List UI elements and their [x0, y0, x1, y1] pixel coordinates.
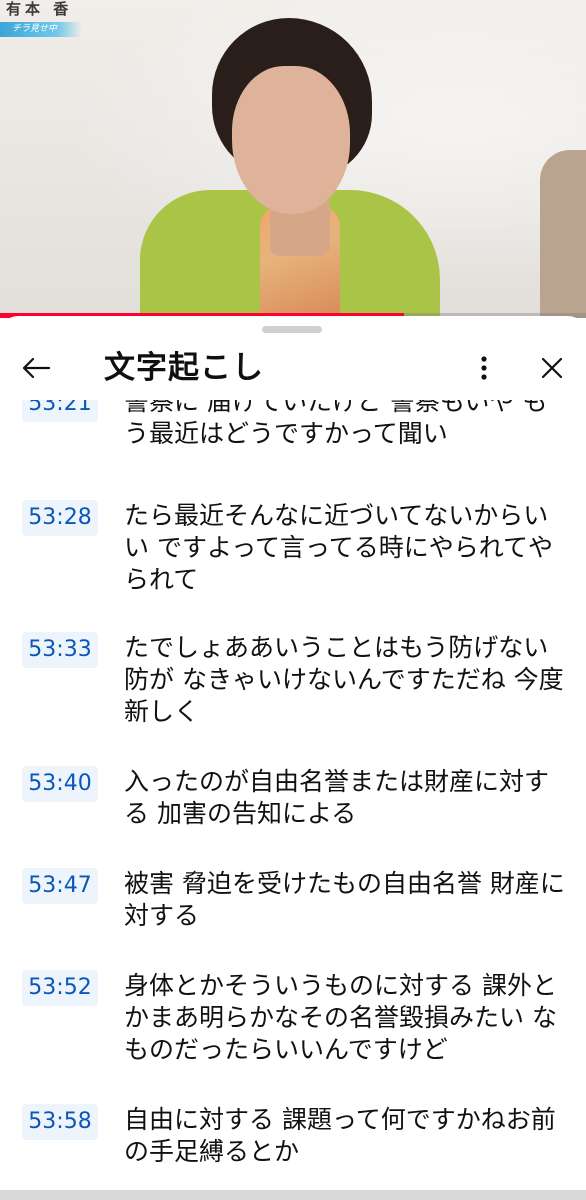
segment-text: 入ったのが自由名誉または財産に対する 加害の告知による [124, 767, 550, 828]
segment-timestamp[interactable]: 53:28 [22, 500, 98, 536]
segment-text: 自由に対する 課題って何ですかねお前の手足縛るとか [124, 1105, 556, 1166]
segment-text: 被害 脅迫を受けたもの自由名誉 財産に対する [124, 869, 565, 930]
bottom-bar [0, 1190, 586, 1200]
speaker-name: 有本 香 [6, 0, 73, 18]
transcript-panel: 文字起こし 53:21 警察に 届けていたけど 警察もいや もう最近はどうですか… [0, 316, 586, 1200]
panel-title: 文字起こし [104, 350, 264, 386]
preview-label: チラ見せ中 [0, 22, 82, 37]
close-icon [541, 357, 563, 379]
speaker-face [232, 66, 350, 214]
segment-text: たら最近そんなに近づいてないからいい ですよって言ってる時にやられてやられて [124, 501, 553, 594]
segment-timestamp[interactable]: 53:47 [22, 868, 98, 904]
segment-text: 警察に 届けていたけど 警察もいや もう最近はどうですかって聞い [124, 400, 548, 448]
speaker-figure [120, 0, 440, 318]
more-options-button[interactable] [462, 346, 506, 390]
arrow-left-icon [22, 357, 51, 379]
segment-timestamp[interactable]: 53:33 [22, 632, 98, 668]
back-button[interactable] [14, 346, 58, 390]
more-vert-icon [481, 356, 487, 380]
panel-drag-handle[interactable] [262, 326, 322, 333]
panel-header: 文字起こし [0, 340, 586, 398]
segment-timestamp[interactable]: 53:58 [22, 1104, 98, 1140]
speaker-name-tag: 有本 香 チラ見せ中 [0, 0, 86, 38]
close-button[interactable] [530, 346, 574, 390]
segment-timestamp[interactable]: 53:52 [22, 970, 98, 1006]
transcript-list[interactable]: 53:21 警察に 届けていたけど 警察もいや もう最近はどうですかって聞い 5… [0, 400, 586, 1190]
segment-text: たでしょああいうことはもう防げない防が なきゃいけないんですただね 今度新しく [124, 633, 564, 726]
video-player[interactable]: 有本 香 チラ見せ中 [0, 0, 586, 318]
segment-timestamp[interactable]: 53:40 [22, 766, 98, 802]
segment-timestamp[interactable]: 53:21 [22, 400, 98, 422]
background-person [540, 150, 586, 318]
segment-text: 身体とかそういうものに対する 課外とかまあ明らかなその名誉毀損みたい なものだっ… [124, 971, 557, 1064]
